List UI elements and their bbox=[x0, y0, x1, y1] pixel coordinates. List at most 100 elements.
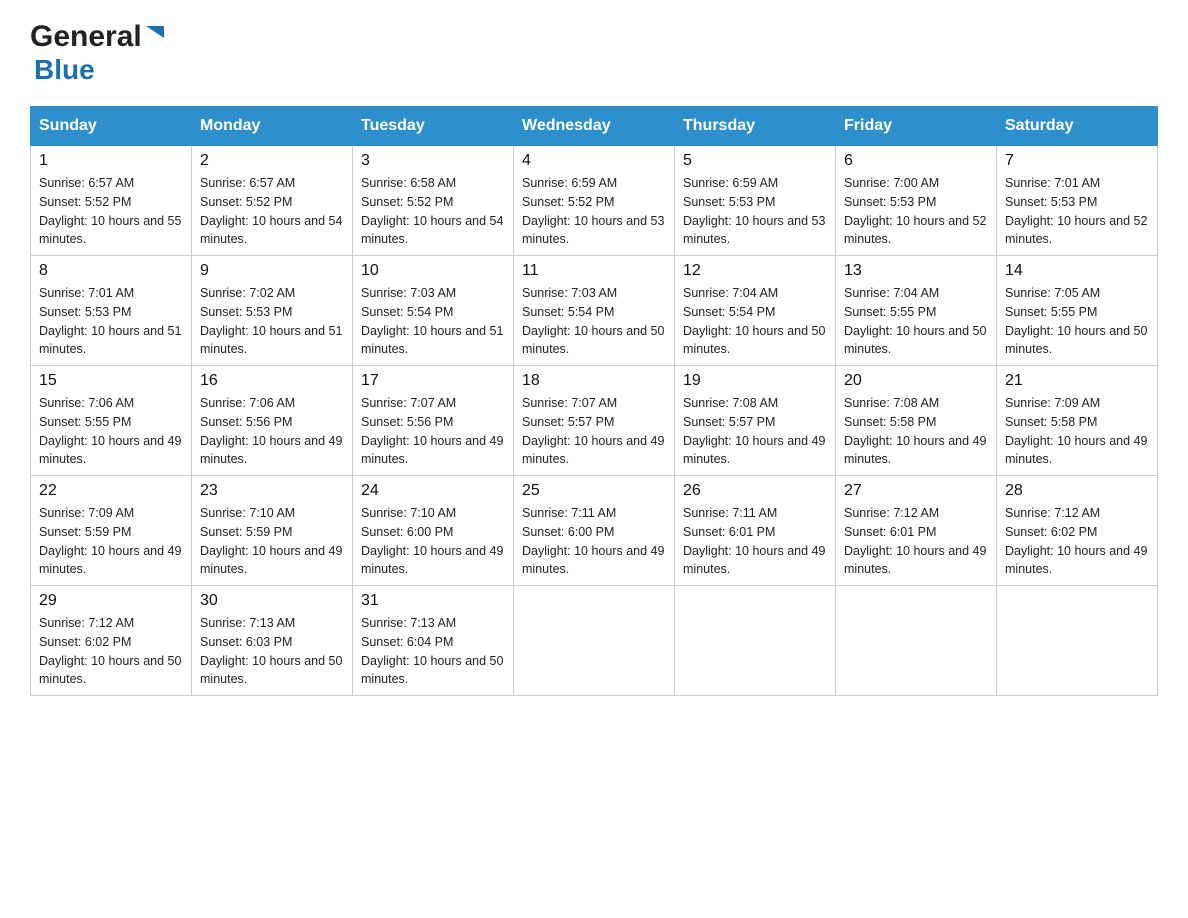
day-number: 30 bbox=[200, 592, 344, 610]
day-number: 22 bbox=[39, 482, 183, 500]
day-info: Sunrise: 7:05 AMSunset: 5:55 PMDaylight:… bbox=[1005, 284, 1149, 359]
day-number: 4 bbox=[522, 152, 666, 170]
day-number: 7 bbox=[1005, 152, 1149, 170]
calendar-cell: 21Sunrise: 7:09 AMSunset: 5:58 PMDayligh… bbox=[997, 366, 1158, 476]
day-number: 17 bbox=[361, 372, 505, 390]
calendar-cell: 27 Sunrise: 7:12 AMSunset: 6:01 PMDayligh… bbox=[836, 476, 997, 586]
calendar-cell: 9 Sunrise: 7:02 AMSunset: 5:53 PMDaylight… bbox=[192, 256, 353, 366]
calendar-cell: 22 Sunrise: 7:09 AMSunset: 5:59 PMDayligh… bbox=[31, 476, 192, 586]
calendar-table: Sunday Monday Tuesday Wednesday Thursday… bbox=[30, 106, 1158, 696]
calendar-cell: 17 Sunrise: 7:07 AMSunset: 5:56 PMDayligh… bbox=[353, 366, 514, 476]
calendar-week-3: 15Sunrise: 7:06 AMSunset: 5:55 PMDayligh… bbox=[31, 366, 1158, 476]
day-info: Sunrise: 7:03 AMSunset: 5:54 PMDaylight:… bbox=[361, 284, 505, 359]
day-info: Sunrise: 7:08 AMSunset: 5:58 PMDaylight:… bbox=[844, 394, 988, 469]
calendar-cell: 1 Sunrise: 6:57 AMSunset: 5:52 PMDaylight… bbox=[31, 146, 192, 256]
logo: General Blue bbox=[30, 20, 166, 86]
day-number: 5 bbox=[683, 152, 827, 170]
day-number: 25 bbox=[522, 482, 666, 500]
day-info: Sunrise: 6:57 AMSunset: 5:52 PMDaylight:… bbox=[39, 174, 183, 249]
day-number: 2 bbox=[200, 152, 344, 170]
day-number: 20 bbox=[844, 372, 988, 390]
calendar-cell: 16Sunrise: 7:06 AMSunset: 5:56 PMDayligh… bbox=[192, 366, 353, 476]
day-info: Sunrise: 7:00 AMSunset: 5:53 PMDaylight:… bbox=[844, 174, 988, 249]
calendar-cell: 13 Sunrise: 7:04 AMSunset: 5:55 PMDayligh… bbox=[836, 256, 997, 366]
calendar-cell bbox=[997, 586, 1158, 696]
calendar-cell: 23 Sunrise: 7:10 AMSunset: 5:59 PMDayligh… bbox=[192, 476, 353, 586]
calendar-cell: 29 Sunrise: 7:12 AMSunset: 6:02 PMDayligh… bbox=[31, 586, 192, 696]
day-info: Sunrise: 7:03 AMSunset: 5:54 PMDaylight:… bbox=[522, 284, 666, 359]
col-monday: Monday bbox=[192, 107, 353, 146]
day-number: 21 bbox=[1005, 372, 1149, 390]
calendar-cell: 11Sunrise: 7:03 AMSunset: 5:54 PMDayligh… bbox=[514, 256, 675, 366]
calendar-cell: 19Sunrise: 7:08 AMSunset: 5:57 PMDayligh… bbox=[675, 366, 836, 476]
col-tuesday: Tuesday bbox=[353, 107, 514, 146]
calendar-cell: 4 Sunrise: 6:59 AMSunset: 5:52 PMDaylight… bbox=[514, 146, 675, 256]
day-number: 3 bbox=[361, 152, 505, 170]
day-number: 6 bbox=[844, 152, 988, 170]
calendar-cell: 15Sunrise: 7:06 AMSunset: 5:55 PMDayligh… bbox=[31, 366, 192, 476]
day-info: Sunrise: 7:01 AMSunset: 5:53 PMDaylight:… bbox=[1005, 174, 1149, 249]
calendar-cell: 30 Sunrise: 7:13 AMSunset: 6:03 PMDayligh… bbox=[192, 586, 353, 696]
logo-blue-text: Blue bbox=[34, 54, 95, 85]
day-info: Sunrise: 7:12 AMSunset: 6:02 PMDaylight:… bbox=[1005, 504, 1149, 579]
day-info: Sunrise: 7:04 AMSunset: 5:55 PMDaylight:… bbox=[844, 284, 988, 359]
day-info: Sunrise: 7:04 AMSunset: 5:54 PMDaylight:… bbox=[683, 284, 827, 359]
day-number: 8 bbox=[39, 262, 183, 280]
calendar-cell bbox=[836, 586, 997, 696]
calendar-cell: 18Sunrise: 7:07 AMSunset: 5:57 PMDayligh… bbox=[514, 366, 675, 476]
calendar-cell: 3 Sunrise: 6:58 AMSunset: 5:52 PMDaylight… bbox=[353, 146, 514, 256]
day-number: 27 bbox=[844, 482, 988, 500]
day-info: Sunrise: 7:12 AMSunset: 6:01 PMDaylight:… bbox=[844, 504, 988, 579]
calendar-cell: 8 Sunrise: 7:01 AMSunset: 5:53 PMDaylight… bbox=[31, 256, 192, 366]
day-number: 31 bbox=[361, 592, 505, 610]
day-number: 10 bbox=[361, 262, 505, 280]
day-number: 14 bbox=[1005, 262, 1149, 280]
day-info: Sunrise: 7:06 AMSunset: 5:55 PMDaylight:… bbox=[39, 394, 183, 469]
day-number: 12 bbox=[683, 262, 827, 280]
day-number: 1 bbox=[39, 152, 183, 170]
day-number: 9 bbox=[200, 262, 344, 280]
calendar-cell: 25 Sunrise: 7:11 AMSunset: 6:00 PMDayligh… bbox=[514, 476, 675, 586]
day-number: 28 bbox=[1005, 482, 1149, 500]
calendar-cell: 7 Sunrise: 7:01 AMSunset: 5:53 PMDaylight… bbox=[997, 146, 1158, 256]
day-info: Sunrise: 7:01 AMSunset: 5:53 PMDaylight:… bbox=[39, 284, 183, 359]
calendar-week-1: 1 Sunrise: 6:57 AMSunset: 5:52 PMDaylight… bbox=[31, 146, 1158, 256]
calendar-cell: 28 Sunrise: 7:12 AMSunset: 6:02 PMDayligh… bbox=[997, 476, 1158, 586]
day-info: Sunrise: 7:12 AMSunset: 6:02 PMDaylight:… bbox=[39, 614, 183, 689]
calendar-body: 1 Sunrise: 6:57 AMSunset: 5:52 PMDaylight… bbox=[31, 146, 1158, 696]
col-saturday: Saturday bbox=[997, 107, 1158, 146]
day-info: Sunrise: 7:08 AMSunset: 5:57 PMDaylight:… bbox=[683, 394, 827, 469]
day-info: Sunrise: 6:57 AMSunset: 5:52 PMDaylight:… bbox=[200, 174, 344, 249]
calendar-week-4: 22 Sunrise: 7:09 AMSunset: 5:59 PMDayligh… bbox=[31, 476, 1158, 586]
day-info: Sunrise: 7:10 AMSunset: 6:00 PMDaylight:… bbox=[361, 504, 505, 579]
day-number: 18 bbox=[522, 372, 666, 390]
calendar-cell: 5 Sunrise: 6:59 AMSunset: 5:53 PMDaylight… bbox=[675, 146, 836, 256]
day-info: Sunrise: 7:07 AMSunset: 5:56 PMDaylight:… bbox=[361, 394, 505, 469]
header-row: Sunday Monday Tuesday Wednesday Thursday… bbox=[31, 107, 1158, 146]
col-thursday: Thursday bbox=[675, 107, 836, 146]
day-info: Sunrise: 7:11 AMSunset: 6:00 PMDaylight:… bbox=[522, 504, 666, 579]
day-info: Sunrise: 6:58 AMSunset: 5:52 PMDaylight:… bbox=[361, 174, 505, 249]
col-friday: Friday bbox=[836, 107, 997, 146]
day-info: Sunrise: 7:13 AMSunset: 6:03 PMDaylight:… bbox=[200, 614, 344, 689]
day-info: Sunrise: 6:59 AMSunset: 5:53 PMDaylight:… bbox=[683, 174, 827, 249]
calendar-cell: 24Sunrise: 7:10 AMSunset: 6:00 PMDayligh… bbox=[353, 476, 514, 586]
day-info: Sunrise: 6:59 AMSunset: 5:52 PMDaylight:… bbox=[522, 174, 666, 249]
day-number: 26 bbox=[683, 482, 827, 500]
calendar-cell: 6 Sunrise: 7:00 AMSunset: 5:53 PMDaylight… bbox=[836, 146, 997, 256]
day-info: Sunrise: 7:10 AMSunset: 5:59 PMDaylight:… bbox=[200, 504, 344, 579]
day-info: Sunrise: 7:11 AMSunset: 6:01 PMDaylight:… bbox=[683, 504, 827, 579]
day-number: 13 bbox=[844, 262, 988, 280]
day-number: 23 bbox=[200, 482, 344, 500]
day-info: Sunrise: 7:13 AMSunset: 6:04 PMDaylight:… bbox=[361, 614, 505, 689]
day-info: Sunrise: 7:06 AMSunset: 5:56 PMDaylight:… bbox=[200, 394, 344, 469]
calendar-week-5: 29 Sunrise: 7:12 AMSunset: 6:02 PMDayligh… bbox=[31, 586, 1158, 696]
logo-general-text: General bbox=[30, 20, 142, 54]
day-number: 29 bbox=[39, 592, 183, 610]
calendar-cell: 14 Sunrise: 7:05 AMSunset: 5:55 PMDayligh… bbox=[997, 256, 1158, 366]
day-info: Sunrise: 7:02 AMSunset: 5:53 PMDaylight:… bbox=[200, 284, 344, 359]
day-info: Sunrise: 7:09 AMSunset: 5:59 PMDaylight:… bbox=[39, 504, 183, 579]
calendar-cell bbox=[675, 586, 836, 696]
page-header: General Blue bbox=[30, 20, 1158, 86]
calendar-cell bbox=[514, 586, 675, 696]
